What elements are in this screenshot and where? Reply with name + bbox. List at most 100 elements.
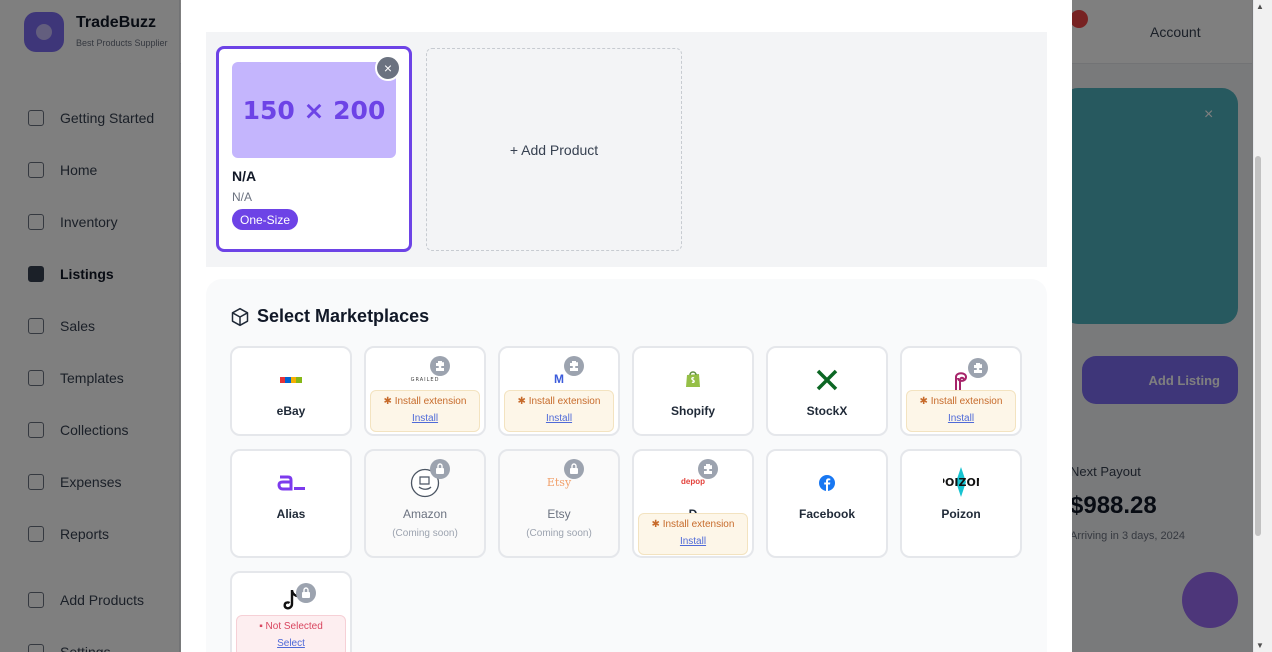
install-extension-text: ✱ Install extension bbox=[907, 396, 1015, 407]
facebook-f-icon bbox=[819, 475, 835, 491]
lock-icon bbox=[564, 459, 584, 479]
lock-icon bbox=[296, 583, 316, 603]
lock-glyph-icon bbox=[436, 463, 444, 474]
scroll-up-arrow-icon[interactable]: ▲ bbox=[1256, 2, 1264, 11]
tiktok-logo-icon bbox=[232, 587, 350, 613]
ebay-logo-icon bbox=[232, 374, 350, 386]
poizon-wordmark: POIZON bbox=[943, 476, 979, 489]
stockx-logo-icon bbox=[768, 368, 886, 392]
stockx-x-icon bbox=[816, 369, 838, 391]
install-link[interactable]: Install bbox=[505, 413, 613, 424]
add-product-button[interactable]: + Add Product bbox=[426, 48, 682, 251]
puzzle-glyph-icon bbox=[436, 361, 444, 371]
app-screen: TradeBuzz Best Products Supplier Getting… bbox=[0, 0, 1272, 652]
product-size-badge: One-Size bbox=[232, 209, 299, 230]
puzzle-icon bbox=[430, 356, 450, 376]
poizon-logo-icon: POIZON bbox=[902, 467, 1020, 497]
not-selected-box: ▪ Not Selected Select bbox=[236, 615, 346, 652]
install-extension-label: Install extension bbox=[662, 519, 735, 530]
marketplace-tile-grailed[interactable]: GRAILED ✱ Install extension Install bbox=[364, 346, 486, 436]
depop-logo-icon: depop bbox=[634, 475, 752, 487]
marketplace-tile-ebay[interactable]: eBay bbox=[230, 346, 352, 436]
poshmark-p-icon bbox=[955, 372, 968, 390]
coming-soon-note: (Coming soon) bbox=[526, 528, 592, 539]
close-icon: × bbox=[383, 60, 393, 76]
coming-soon-note: (Coming soon) bbox=[392, 528, 458, 539]
marketplaces-section: Select Marketplaces eBay GRAILED ✱ Insta… bbox=[206, 279, 1047, 652]
etsy-wordmark: Etsy bbox=[546, 475, 572, 489]
box-icon bbox=[231, 307, 249, 327]
marketplace-tile-facebook[interactable]: Facebook bbox=[766, 449, 888, 558]
install-link[interactable]: Install bbox=[371, 413, 479, 424]
poshmark-logo-icon bbox=[902, 368, 1020, 392]
mercari-logo-icon: M bbox=[500, 372, 618, 386]
section-title: Select Marketplaces bbox=[257, 306, 430, 326]
scroll-down-arrow-icon[interactable]: ▼ bbox=[1256, 641, 1264, 650]
selected-products-panel: 150 × 200 × N/A N/A One-Size + Add Produ… bbox=[206, 32, 1047, 267]
marketplace-tile-poizon[interactable]: POIZON Poizon bbox=[900, 449, 1022, 558]
puzzle-glyph-icon bbox=[570, 361, 578, 371]
lock-glyph-icon bbox=[570, 463, 578, 474]
marketplace-name: Amazon bbox=[402, 507, 448, 521]
marketplace-tile-poshmark[interactable]: ✱ Install extension Install bbox=[900, 346, 1022, 436]
product-sku: N/A bbox=[232, 190, 253, 204]
install-extension-text: ✱ Install extension bbox=[505, 396, 613, 407]
grailed-wordmark: GRAILED bbox=[410, 377, 440, 383]
puzzle-icon: ✱ bbox=[517, 396, 529, 407]
puzzle-icon: ✱ bbox=[383, 396, 395, 407]
marketplace-name: Etsy bbox=[547, 507, 571, 521]
lock-glyph-icon bbox=[302, 587, 310, 598]
poizon-mark-icon: POIZON bbox=[943, 467, 979, 497]
puzzle-glyph-icon bbox=[704, 464, 712, 474]
marketplace-tile-depop[interactable]: depop D ✱ Install extension Install bbox=[632, 449, 754, 558]
marketplace-tile-shopify[interactable]: Shopify bbox=[632, 346, 754, 436]
depop-wordmark: depop bbox=[681, 476, 705, 486]
marketplace-name: Facebook bbox=[798, 507, 855, 521]
alias-logo-icon bbox=[232, 471, 350, 495]
marketplace-name: StockX bbox=[806, 404, 848, 418]
install-extension-label: Install extension bbox=[394, 396, 467, 407]
not-selected-text: ▪ Not Selected bbox=[237, 621, 345, 632]
puzzle-icon bbox=[968, 358, 988, 378]
amazon-logo-icon bbox=[366, 468, 484, 498]
marketplace-name: Alias bbox=[276, 507, 306, 521]
ebay-wordmark-icon bbox=[280, 377, 302, 383]
install-extension-text: ✱ Install extension bbox=[639, 519, 747, 530]
install-extension-box: ✱ Install extension Install bbox=[504, 390, 614, 432]
install-extension-box: ✱ Install extension Install bbox=[638, 513, 748, 555]
install-extension-box: ✱ Install extension Install bbox=[906, 390, 1016, 432]
puzzle-icon: ✱ bbox=[919, 396, 931, 407]
install-extension-label: Install extension bbox=[930, 396, 1003, 407]
modal-scrollbar-thumb[interactable] bbox=[1255, 156, 1261, 536]
marketplace-tile-amazon: Amazon (Coming soon) bbox=[364, 449, 486, 558]
product-name: N/A bbox=[232, 168, 257, 184]
marketplace-tile-stockx[interactable]: StockX bbox=[766, 346, 888, 436]
puzzle-icon: ✱ bbox=[651, 519, 663, 530]
mercari-wordmark: M bbox=[554, 372, 564, 386]
marketplace-tile-etsy: Etsy Etsy (Coming soon) bbox=[498, 449, 620, 558]
etsy-logo-icon: Etsy bbox=[500, 475, 618, 489]
puzzle-glyph-icon bbox=[974, 363, 982, 373]
puzzle-icon bbox=[564, 356, 584, 376]
marketplace-name: Shopify bbox=[671, 404, 715, 418]
install-link[interactable]: Install bbox=[639, 536, 747, 547]
shopify-bag-icon bbox=[686, 371, 700, 387]
marketplace-tile-alias[interactable]: Alias bbox=[230, 449, 352, 558]
install-link[interactable]: Install bbox=[907, 413, 1015, 424]
install-extension-text: ✱ Install extension bbox=[371, 396, 479, 407]
remove-product-button[interactable]: × bbox=[375, 55, 401, 81]
lock-icon bbox=[430, 459, 450, 479]
marketplace-tile-tiktok[interactable]: ▪ Not Selected Select bbox=[230, 571, 352, 652]
product-card[interactable]: 150 × 200 × N/A N/A One-Size bbox=[216, 46, 412, 252]
not-selected-label: Not Selected bbox=[265, 621, 323, 632]
grailed-logo-icon: GRAILED bbox=[366, 376, 484, 384]
select-link[interactable]: Select bbox=[237, 638, 345, 649]
install-extension-label: Install extension bbox=[528, 396, 601, 407]
marketplace-name: eBay bbox=[276, 404, 306, 418]
product-image: 150 × 200 bbox=[232, 62, 396, 158]
shopify-logo-icon bbox=[634, 370, 752, 388]
marketplace-tile-mercari[interactable]: M ✱ Install extension Install bbox=[498, 346, 620, 436]
marketplace-name: Poizon bbox=[941, 507, 981, 521]
create-listing-modal: 150 × 200 × N/A N/A One-Size + Add Produ… bbox=[181, 0, 1072, 652]
alias-a-icon bbox=[277, 475, 305, 491]
